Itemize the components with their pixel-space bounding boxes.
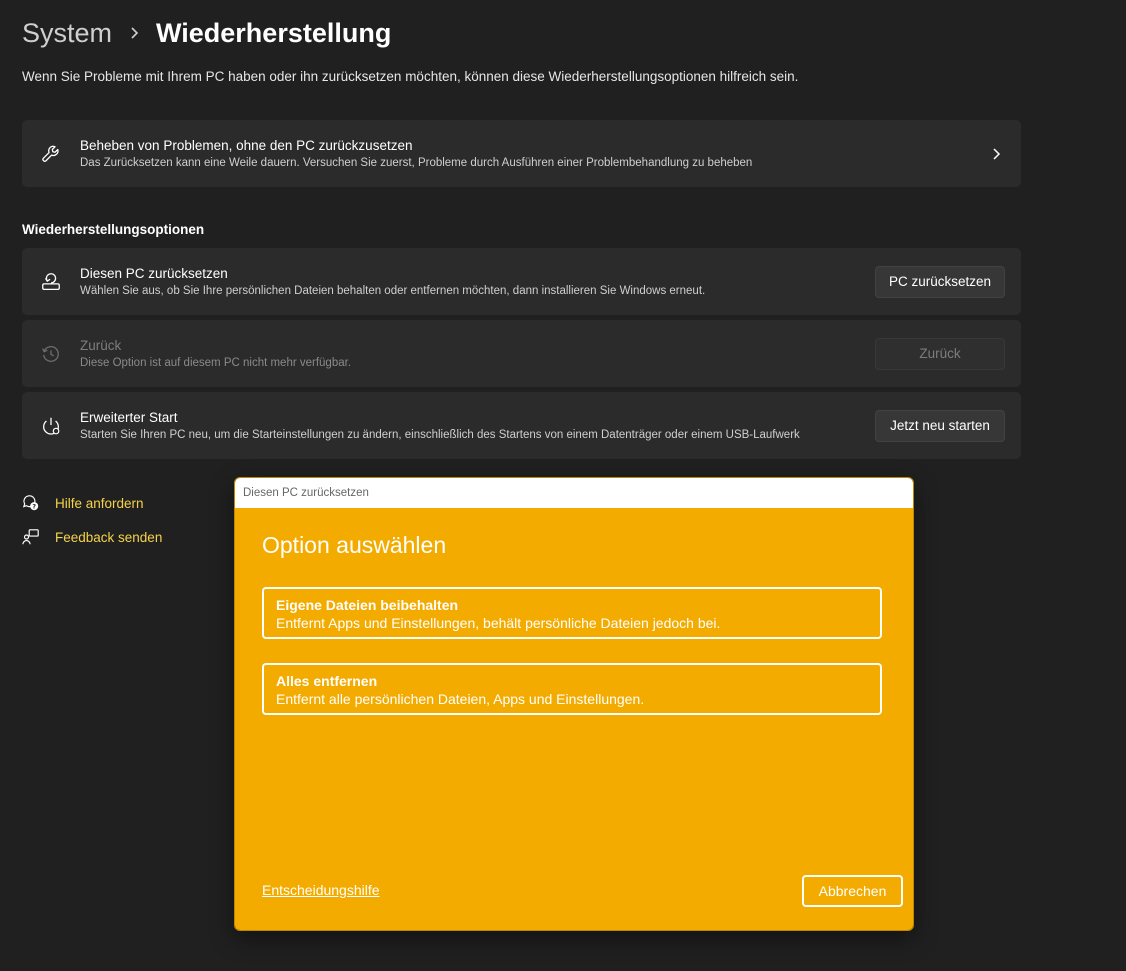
cancel-button[interactable]: Abbrechen <box>802 875 903 907</box>
go-back-button: Zurück <box>875 337 1005 370</box>
chevron-right-icon <box>971 147 1021 161</box>
remove-everything-desc: Entfernt alle persönlichen Dateien, Apps… <box>276 691 645 707</box>
get-help-link[interactable]: ? Hilfe anfordern <box>22 494 144 512</box>
svg-text:?: ? <box>32 504 36 511</box>
dialog-titlebar[interactable]: Diesen PC zurücksetzen <box>235 478 913 508</box>
advanced-startup-title: Erweiterter Start <box>80 409 178 425</box>
history-icon <box>22 343 80 365</box>
reset-pc-title: Diesen PC zurücksetzen <box>80 265 228 281</box>
restart-now-button[interactable]: Jetzt neu starten <box>875 409 1005 442</box>
page-title: Wiederherstellung <box>156 17 392 48</box>
troubleshoot-card[interactable]: Beheben von Problemen, ohne den PC zurüc… <box>22 120 1021 187</box>
breadcrumb-system[interactable]: System <box>22 18 112 49</box>
reset-pc-dialog: Diesen PC zurücksetzen Option auswählen … <box>234 477 914 931</box>
reset-pc-button[interactable]: PC zurücksetzen <box>875 265 1005 298</box>
send-feedback-label: Feedback senden <box>55 529 163 545</box>
go-back-desc: Diese Option ist auf diesem PC nicht meh… <box>80 356 352 369</box>
remove-everything-option[interactable]: Alles entfernen Entfernt alle persönlich… <box>262 663 882 715</box>
section-title-recovery-options: Wiederherstellungsoptionen <box>22 222 205 237</box>
chevron-right-icon <box>112 26 156 40</box>
get-help-label: Hilfe anfordern <box>55 495 144 511</box>
send-feedback-link[interactable]: Feedback senden <box>22 528 162 546</box>
feedback-icon <box>22 528 55 546</box>
wrench-icon <box>22 143 80 165</box>
intro-text: Wenn Sie Probleme mit Ihrem PC haben ode… <box>22 69 799 84</box>
help-chat-icon: ? <box>22 494 55 512</box>
dialog-heading: Option auswählen <box>262 532 447 558</box>
decision-help-link[interactable]: Entscheidungshilfe <box>262 882 380 898</box>
go-back-title: Zurück <box>80 337 122 353</box>
keep-files-desc: Entfernt Apps und Einstellungen, behält … <box>276 615 721 631</box>
reset-pc-card: Diesen PC zurücksetzen Wählen Sie aus, o… <box>22 248 1021 315</box>
advanced-startup-icon <box>22 415 80 437</box>
reset-pc-icon <box>22 271 80 293</box>
advanced-startup-desc: Starten Sie Ihren PC neu, um die Startei… <box>80 428 800 441</box>
dialog-body: Option auswählen Eigene Dateien beibehal… <box>235 508 913 930</box>
remove-everything-title: Alles entfernen <box>276 673 378 689</box>
advanced-startup-card: Erweiterter Start Starten Sie Ihren PC n… <box>22 392 1021 459</box>
troubleshoot-desc: Das Zurücksetzen kann eine Weile dauern.… <box>80 156 753 169</box>
go-back-card: Zurück Diese Option ist auf diesem PC ni… <box>22 320 1021 387</box>
troubleshoot-title: Beheben von Problemen, ohne den PC zurüc… <box>80 137 413 153</box>
reset-pc-desc: Wählen Sie aus, ob Sie Ihre persönlichen… <box>80 284 706 297</box>
breadcrumb: System Wiederherstellung <box>22 14 391 52</box>
keep-files-title: Eigene Dateien beibehalten <box>276 597 459 613</box>
keep-files-option[interactable]: Eigene Dateien beibehalten Entfernt Apps… <box>262 587 882 639</box>
